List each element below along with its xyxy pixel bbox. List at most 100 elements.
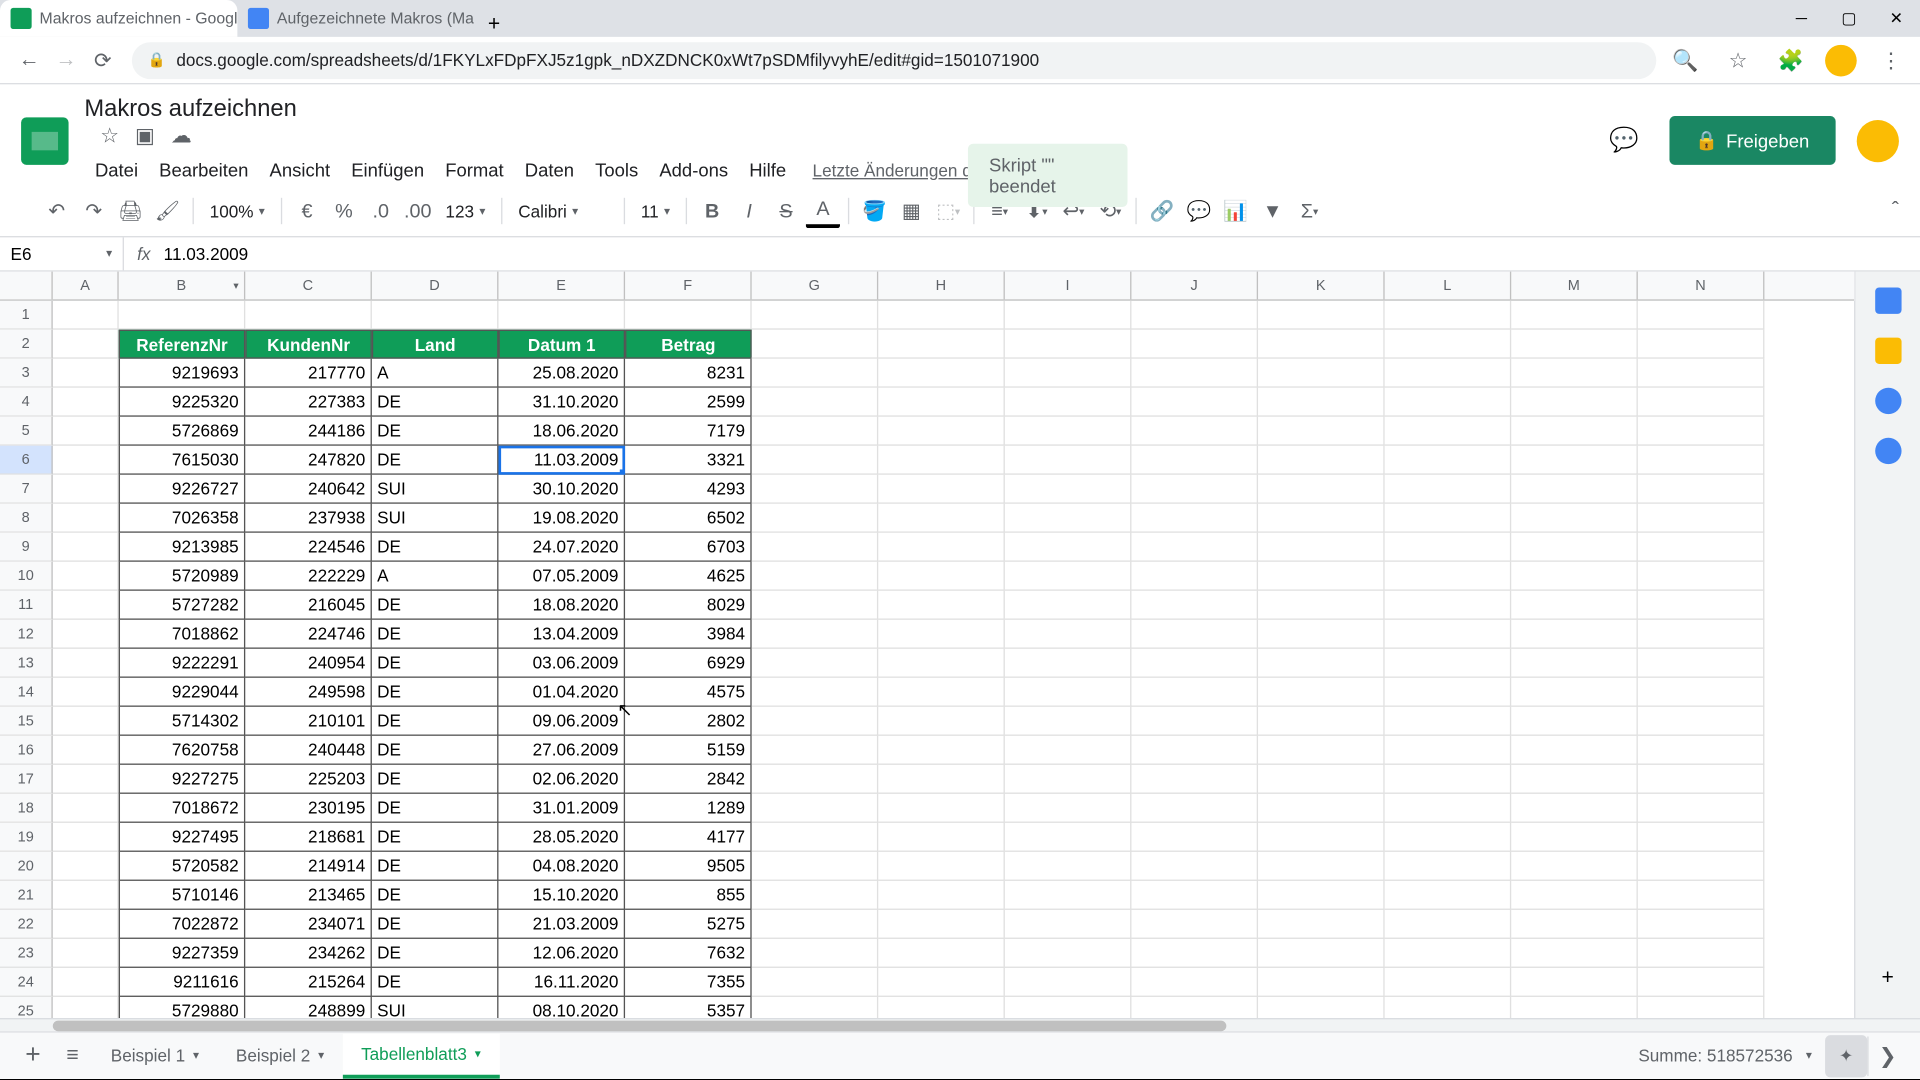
sheets-logo-icon[interactable]	[21, 117, 68, 164]
cell[interactable]	[1511, 707, 1638, 736]
cell[interactable]	[1258, 504, 1385, 533]
cell[interactable]: DE	[372, 765, 499, 794]
cell[interactable]	[1385, 678, 1512, 707]
cell[interactable]: 03.06.2009	[498, 649, 625, 678]
cell[interactable]: 9211616	[119, 968, 246, 997]
cell[interactable]: 27.06.2009	[498, 736, 625, 765]
cell[interactable]	[1131, 852, 1258, 881]
url-input[interactable]: 🔒 docs.google.com/spreadsheets/d/1FKYLxF…	[132, 42, 1656, 79]
cell[interactable]: 855	[625, 881, 752, 910]
cell[interactable]: 21.03.2009	[498, 910, 625, 939]
menu-bearbeiten[interactable]: Bearbeiten	[149, 154, 259, 186]
cell[interactable]	[1638, 446, 1765, 475]
cell[interactable]	[498, 301, 625, 330]
cell[interactable]	[752, 504, 879, 533]
row-header[interactable]: 21	[0, 881, 53, 910]
cell[interactable]: DE	[372, 707, 499, 736]
cell[interactable]	[1385, 359, 1512, 388]
cell[interactable]: 215264	[245, 968, 372, 997]
cell[interactable]	[1511, 562, 1638, 591]
cell[interactable]: 30.10.2020	[498, 475, 625, 504]
cell[interactable]: 01.04.2020	[498, 678, 625, 707]
cell[interactable]: 9227495	[119, 823, 246, 852]
cell[interactable]: 24.07.2020	[498, 533, 625, 562]
forward-button[interactable]: →	[47, 42, 84, 79]
cell[interactable]: DE	[372, 881, 499, 910]
cell[interactable]: 216045	[245, 591, 372, 620]
cell[interactable]: 31.01.2009	[498, 794, 625, 823]
cell[interactable]	[752, 881, 879, 910]
cell[interactable]: 4293	[625, 475, 752, 504]
cell[interactable]	[752, 591, 879, 620]
cell[interactable]	[752, 707, 879, 736]
cell[interactable]	[1638, 301, 1765, 330]
paint-format-button[interactable]: 🖌	[150, 194, 184, 228]
cell[interactable]	[1131, 562, 1258, 591]
cell[interactable]	[878, 388, 1005, 417]
cell[interactable]: 240642	[245, 475, 372, 504]
cell[interactable]: 9229044	[119, 678, 246, 707]
cell[interactable]	[1005, 591, 1132, 620]
column-header[interactable]: H	[878, 272, 1005, 300]
cell[interactable]	[1385, 649, 1512, 678]
cell[interactable]	[53, 504, 119, 533]
cell[interactable]	[1511, 823, 1638, 852]
cell[interactable]	[53, 678, 119, 707]
cell[interactable]	[752, 533, 879, 562]
cell[interactable]: 28.05.2020	[498, 823, 625, 852]
cell[interactable]	[1005, 881, 1132, 910]
cell[interactable]	[53, 823, 119, 852]
cell[interactable]: ReferenzNr	[119, 330, 246, 359]
cell[interactable]	[1131, 736, 1258, 765]
column-header[interactable]: J	[1131, 272, 1258, 300]
account-avatar[interactable]	[1857, 119, 1899, 161]
cell[interactable]: 5727282	[119, 591, 246, 620]
cell[interactable]	[53, 533, 119, 562]
star-icon[interactable]: ☆	[100, 123, 119, 149]
cell[interactable]	[1131, 591, 1258, 620]
cell[interactable]	[1258, 910, 1385, 939]
cell[interactable]	[752, 301, 879, 330]
text-color-button[interactable]: A	[806, 194, 840, 228]
cell[interactable]: 3984	[625, 620, 752, 649]
cell[interactable]	[53, 794, 119, 823]
cell[interactable]: 240448	[245, 736, 372, 765]
cell[interactable]: Land	[372, 330, 499, 359]
cell[interactable]	[1511, 330, 1638, 359]
cell[interactable]: 224746	[245, 620, 372, 649]
cell[interactable]: 02.06.2020	[498, 765, 625, 794]
cell[interactable]	[1005, 446, 1132, 475]
column-header[interactable]: G	[752, 272, 879, 300]
row-header[interactable]: 23	[0, 939, 53, 968]
document-title[interactable]: Makros aufzeichnen	[84, 95, 296, 121]
cell[interactable]: 225203	[245, 765, 372, 794]
cell[interactable]	[878, 823, 1005, 852]
cell[interactable]	[1258, 388, 1385, 417]
cell[interactable]	[1385, 997, 1512, 1018]
cell[interactable]	[1638, 475, 1765, 504]
calendar-icon[interactable]	[1875, 287, 1901, 313]
cell[interactable]: DE	[372, 852, 499, 881]
cell[interactable]	[1005, 852, 1132, 881]
cell[interactable]	[1131, 620, 1258, 649]
cell[interactable]: 31.10.2020	[498, 388, 625, 417]
cell[interactable]: 9505	[625, 852, 752, 881]
cell[interactable]	[1131, 939, 1258, 968]
column-header[interactable]: I	[1005, 272, 1132, 300]
bookmark-icon[interactable]: ☆	[1720, 42, 1757, 79]
column-header[interactable]: C	[245, 272, 372, 300]
cell[interactable]: 13.04.2009	[498, 620, 625, 649]
add-sheet-button[interactable]: +	[13, 1040, 53, 1070]
column-header[interactable]: M	[1511, 272, 1638, 300]
cell[interactable]: 7018672	[119, 794, 246, 823]
cell[interactable]: DE	[372, 446, 499, 475]
cell[interactable]	[1385, 823, 1512, 852]
cell[interactable]: Betrag	[625, 330, 752, 359]
cell[interactable]: 247820	[245, 446, 372, 475]
row-header[interactable]: 3	[0, 359, 53, 388]
row-header[interactable]: 10	[0, 562, 53, 591]
number-format-select[interactable]: 123▾	[438, 201, 494, 221]
row-header[interactable]: 8	[0, 504, 53, 533]
functions-button[interactable]: Σ ▾	[1292, 194, 1326, 228]
cell[interactable]	[1511, 446, 1638, 475]
